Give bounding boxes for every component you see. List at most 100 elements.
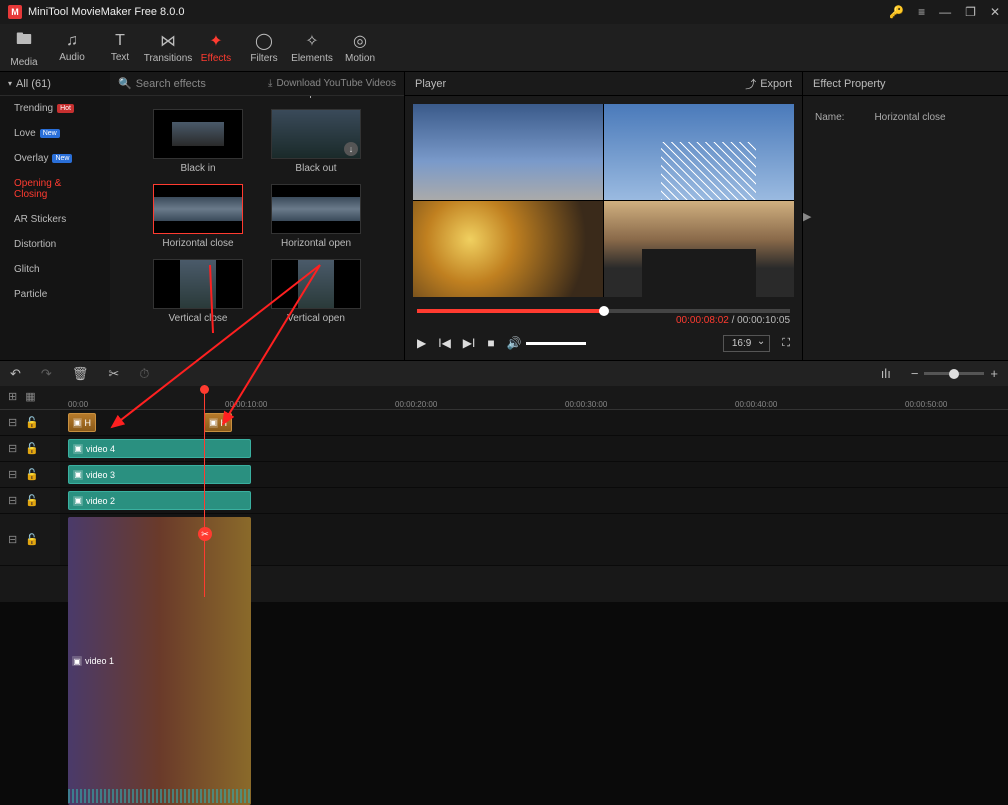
tab-transitions[interactable]: ⋈Transitions [144,24,192,71]
category-distortion[interactable]: Distortion [0,232,110,257]
tab-text[interactable]: TText [96,24,144,71]
category-glitch[interactable]: Glitch [0,257,110,282]
category-ar-stickers[interactable]: AR Stickers [0,207,110,232]
effects-icon: ✦ [209,31,222,51]
folder-icon: 🖿 [16,28,32,55]
player-preview[interactable] [413,104,794,297]
clip-video-2[interactable]: ▣video 2 [68,491,251,510]
redo-button[interactable]: ↷ [41,366,52,382]
category-love[interactable]: LoveNew [0,121,110,146]
track-video-icon[interactable]: ⊟ [8,533,17,546]
tab-motion[interactable]: ◎Motion [336,24,384,71]
track-video-icon[interactable]: ⊟ [8,442,17,455]
next-button[interactable]: ▶I [463,336,476,350]
track-lock-icon[interactable]: 🔓 [25,442,39,455]
track-lock-icon[interactable]: 🔓 [25,533,39,546]
aspect-ratio-select[interactable]: 16:9 [723,335,770,352]
effect-vertical-close[interactable]: Vertical close [153,259,243,324]
download-youtube-link[interactable]: ⤓Download YouTube Videos [268,78,396,89]
hamburger-icon[interactable]: ≡ [918,5,925,19]
panel-expand-icon[interactable]: ▶ [803,210,811,223]
effect-vertical-open[interactable]: Vertical open [271,259,361,324]
timeline-ruler[interactable]: ⊞ ▦ 00:00 00:00:10:00 00:00:20:00 00:00:… [0,386,1008,410]
preview-frame [604,104,794,200]
clip-video-3[interactable]: ▣video 3 [68,465,251,484]
play-button[interactable]: ▶ [417,336,426,350]
split-button[interactable]: ✂ [108,366,119,382]
clip-effect-1[interactable]: ▣H [68,413,96,432]
track-video-3: ⊟ 🔓 ▣video 3 [0,462,1008,488]
effect-thumb: ↓ [271,109,361,159]
track-lock-icon[interactable]: 🔓 [25,468,39,481]
track-video-4: ⊟ 🔓 ▣video 4 [0,436,1008,462]
tab-audio[interactable]: ♫Audio [48,24,96,71]
effect-horizontal-close[interactable]: Horizontal close [153,184,243,249]
property-title: Effect Property [813,78,886,90]
effect-thumb [153,184,243,234]
minimize-icon[interactable]: ― [939,5,951,19]
track-video-1: ⊟🔓 ▣video 1 [0,514,1008,566]
prev-button[interactable]: I◀ [438,336,451,350]
audio-toggle-button[interactable]: ılı [881,366,891,381]
effect-horizontal-open[interactable]: Horizontal open [271,184,361,249]
track-lock-icon[interactable]: 🔓 [25,494,39,507]
category-opening-closing[interactable]: Opening & Closing [0,171,110,207]
playhead-scissors-icon[interactable]: ✂ [198,527,212,541]
player-title: Player [415,78,446,90]
tab-media[interactable]: 🖿Media [0,24,48,71]
filters-icon: ◯ [255,31,273,51]
track-lock-icon[interactable]: 🔓 [25,416,39,429]
effect-black-in[interactable]: Black in [153,109,243,174]
category-all[interactable]: ▾All (61) [0,72,110,96]
effect-round-close[interactable]: Round close [188,96,244,99]
app-title: MiniTool MovieMaker Free 8.0.0 [28,6,889,18]
player-scrubber[interactable] [417,309,790,313]
export-button[interactable]: ⤴Export [745,76,792,92]
track-stack-icon[interactable]: ▦ [25,390,35,403]
property-name-value: Horizontal close [874,112,945,123]
effect-black-out[interactable]: ↓Black out [271,109,361,174]
category-trending[interactable]: TrendingHot [0,96,110,121]
speed-button[interactable]: ⏱ [139,366,149,382]
effect-thumb [271,184,361,234]
effect-thumb [153,259,243,309]
key-icon[interactable]: 🔑 [889,5,904,19]
volume-slider[interactable] [526,342,586,345]
clip-thumb-icon: ▣ [73,470,83,480]
maximize-icon[interactable]: ❐ [965,5,976,19]
zoom-handle[interactable] [949,369,959,379]
clip-video-4[interactable]: ▣video 4 [68,439,251,458]
tab-elements[interactable]: ✧Elements [288,24,336,71]
motion-icon: ◎ [353,31,367,51]
category-particle[interactable]: Particle [0,282,110,307]
track-video-icon[interactable]: ⊟ [8,468,17,481]
search-effects[interactable]: 🔍Search effects [118,77,262,90]
timeline-playhead[interactable] [204,385,205,597]
preview-frame [604,201,794,297]
top-tabs: 🖿Media ♫Audio TText ⋈Transitions ✦Effect… [0,24,1008,72]
zoom-in-button[interactable]: + [990,366,998,381]
new-badge: New [52,154,72,163]
category-list: ▾All (61) TrendingHot LoveNew OverlayNew… [0,72,110,360]
volume-icon[interactable]: 🔊 [507,336,522,350]
fullscreen-button[interactable]: ⛶ [782,337,790,350]
category-overlay[interactable]: OverlayNew [0,146,110,171]
clip-effect-2[interactable]: ▣H [204,413,232,432]
track-video-icon[interactable]: ⊟ [8,416,17,429]
preview-frame [413,201,603,297]
close-icon[interactable]: ✕ [990,5,1000,19]
clip-thumb-icon: ▣ [72,656,82,666]
effect-round-open[interactable]: Round open [272,96,327,99]
delete-button[interactable]: 🗑 [72,366,89,382]
tab-filters[interactable]: ◯Filters [240,24,288,71]
track-add-icon[interactable]: ⊞ [8,390,17,403]
stop-button[interactable]: ■ [487,336,494,350]
track-video-2: ⊟ 🔓 ▣video 2 [0,488,1008,514]
track-video-icon[interactable]: ⊟ [8,494,17,507]
scrubber-handle[interactable] [599,306,609,316]
tab-effects[interactable]: ✦Effects [192,24,240,71]
undo-button[interactable]: ↶ [10,366,21,382]
clip-video-1[interactable]: ▣video 1 [68,517,251,805]
zoom-slider[interactable] [924,372,984,375]
zoom-out-button[interactable]: − [911,366,919,381]
